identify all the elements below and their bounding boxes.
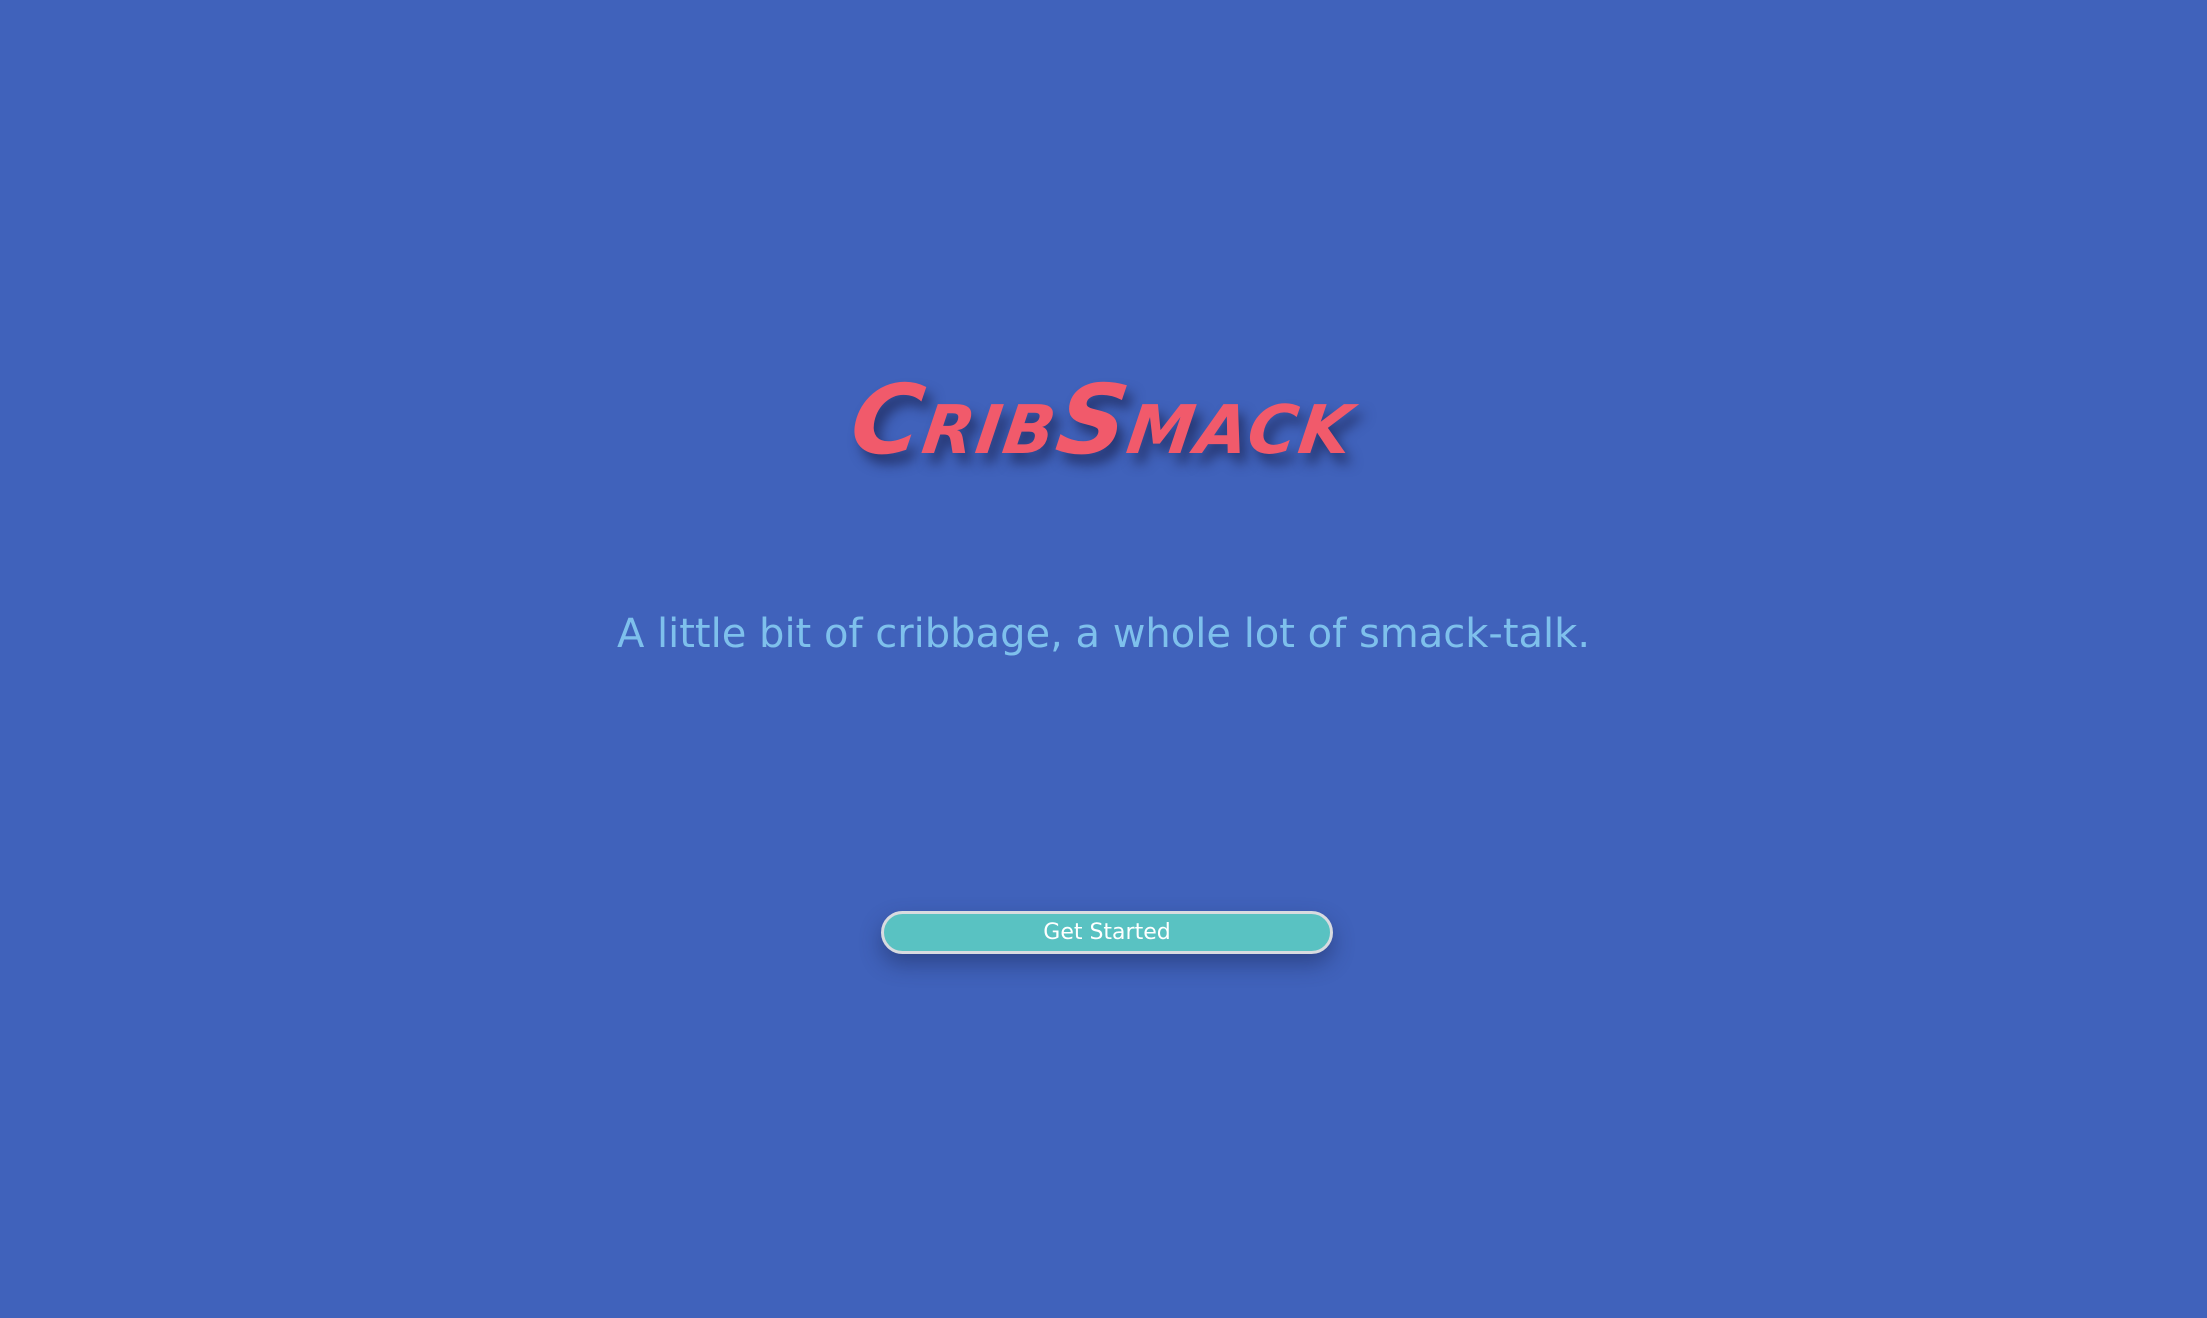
app-logo: CribSmack <box>844 364 1363 476</box>
tagline: A little bit of cribbage, a whole lot of… <box>616 611 1591 657</box>
get-started-button[interactable]: Get Started <box>881 911 1333 954</box>
